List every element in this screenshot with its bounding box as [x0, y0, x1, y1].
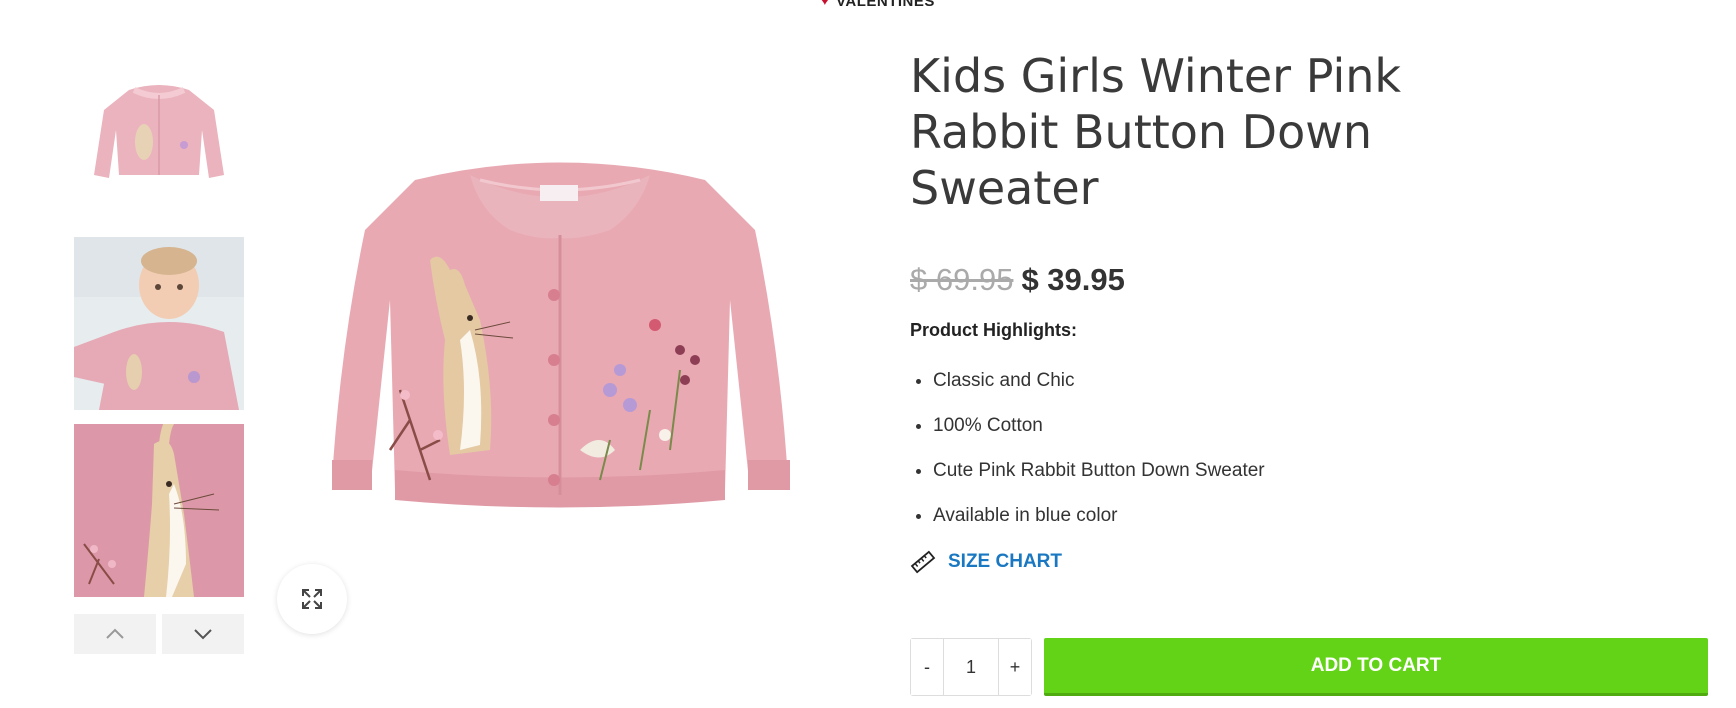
- quantity-minus-button[interactable]: -: [911, 639, 943, 695]
- ruler-icon: [910, 550, 936, 574]
- chevron-up-icon: [106, 628, 124, 639]
- highlight-item: Classic and Chic: [933, 369, 1710, 393]
- highlight-item: 100% Cotton: [933, 414, 1710, 438]
- cardigan-thumbnail-image: [74, 50, 244, 223]
- thumbnail-nav: [74, 614, 244, 654]
- cart-row: - 1 + ADD TO CART: [910, 638, 1708, 696]
- product-title: Kids Girls Winter Pink Rabbit Button Dow…: [910, 49, 1402, 215]
- price-row: $ 69.95 $ 39.95: [910, 262, 1710, 298]
- chevron-down-icon: [194, 629, 212, 640]
- thumbnail-1[interactable]: [74, 50, 244, 223]
- thumbnail-3[interactable]: [74, 424, 244, 597]
- category-tag-label: VALENTINES: [836, 0, 935, 10]
- highlight-item: Cute Pink Rabbit Button Down Sweater: [933, 459, 1710, 483]
- quantity-value[interactable]: 1: [943, 639, 999, 695]
- zoom-button[interactable]: [277, 564, 347, 634]
- add-to-cart-button[interactable]: ADD TO CART: [1044, 638, 1708, 696]
- product-info: Kids Girls Winter Pink Rabbit Button Dow…: [910, 48, 1710, 575]
- size-chart-label: SIZE CHART: [948, 551, 1062, 572]
- thumbnail-prev-button[interactable]: [74, 614, 156, 654]
- product-main-image[interactable]: [310, 150, 810, 560]
- highlight-item: Available in blue color: [933, 504, 1710, 528]
- expand-icon: [302, 589, 322, 609]
- thumbnail-2[interactable]: [74, 237, 244, 410]
- thumbnail-list: [74, 50, 244, 611]
- quantity-plus-button[interactable]: +: [999, 639, 1031, 695]
- current-price: $ 39.95: [1021, 262, 1125, 297]
- highlights-list: Classic and Chic 100% Cotton Cute Pink R…: [910, 369, 1710, 528]
- heart-icon: ♥: [820, 0, 830, 9]
- old-price: $ 69.95: [910, 262, 1014, 297]
- highlights-heading: Product Highlights:: [910, 320, 1077, 340]
- size-chart-link[interactable]: SIZE CHART: [910, 549, 1710, 575]
- quantity-stepper: - 1 +: [910, 638, 1032, 696]
- cardigan-image: [332, 162, 790, 508]
- category-tag[interactable]: ♥ VALENTINES: [820, 0, 935, 10]
- baby-thumbnail-image: [74, 237, 244, 410]
- embroidery-thumbnail-image: [74, 424, 244, 597]
- thumbnail-next-button[interactable]: [162, 614, 244, 654]
